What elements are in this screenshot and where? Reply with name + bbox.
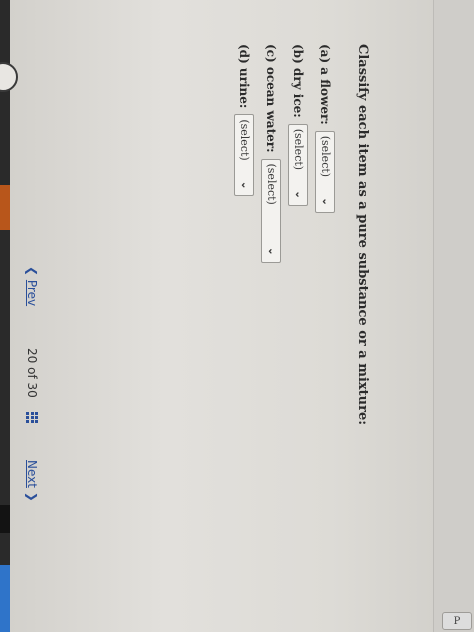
question-screen: Classify each item as a pure substance o… bbox=[0, 0, 430, 632]
item-label: (a) a flower: bbox=[318, 44, 333, 125]
item-row-urine: (d) urine: (select) ⌄ bbox=[231, 44, 258, 584]
chevron-right-icon: ❯ bbox=[25, 491, 39, 502]
page-current: 20 bbox=[25, 348, 39, 364]
item-row-ocean-water: (c) ocean water: (select) ⌄ bbox=[258, 44, 285, 584]
item-row-dry-ice: (b) dry ice: (select) ⌄ bbox=[285, 44, 312, 584]
select-dropdown[interactable]: (select) ⌄ bbox=[288, 123, 309, 206]
item-label: (b) dry ice: bbox=[291, 44, 306, 118]
select-dropdown[interactable]: (select) ⌄ bbox=[234, 114, 255, 197]
page-total: 30 bbox=[25, 382, 39, 398]
next-button[interactable]: Next ❯ bbox=[25, 460, 39, 502]
item-label: (d) urine: bbox=[237, 44, 252, 109]
prev-label: Prev bbox=[25, 279, 39, 307]
grid-icon[interactable] bbox=[26, 412, 38, 424]
page-indicator: 20 of 30 bbox=[25, 348, 39, 398]
question-block: Classify each item as a pure substance o… bbox=[231, 44, 370, 584]
select-value: (select) bbox=[238, 119, 251, 161]
right-edge-button-label: P bbox=[453, 615, 461, 627]
chevron-down-icon: ⌄ bbox=[320, 197, 331, 206]
select-value: (select) bbox=[319, 135, 332, 178]
item-row-flower: (a) a flower: (select) ⌄ bbox=[312, 44, 339, 584]
select-value: (select) bbox=[265, 163, 278, 205]
page-separator: of bbox=[25, 367, 39, 379]
next-label: Next bbox=[25, 460, 39, 488]
item-label: (c) ocean water: bbox=[264, 44, 279, 153]
select-value: (select) bbox=[292, 128, 305, 171]
right-panel-strip: P bbox=[433, 0, 474, 632]
question-title: Classify each item as a pure substance o… bbox=[355, 44, 370, 426]
chevron-down-icon: ⌄ bbox=[293, 190, 304, 199]
prev-button[interactable]: ❮ Prev bbox=[25, 266, 39, 306]
select-dropdown[interactable]: (select) ⌄ bbox=[315, 130, 336, 213]
select-dropdown[interactable]: (select) ⌄ bbox=[261, 158, 282, 263]
chevron-down-icon: ⌄ bbox=[266, 247, 277, 256]
right-edge-button[interactable]: P bbox=[442, 612, 472, 630]
pagination-bar: ❮ Prev 20 of 30 Next ❯ bbox=[5, 0, 45, 632]
chevron-left-icon: ❮ bbox=[25, 266, 39, 277]
chevron-down-icon: ⌄ bbox=[239, 180, 250, 190]
photo-background: Classify each item as a pure substance o… bbox=[0, 0, 474, 632]
